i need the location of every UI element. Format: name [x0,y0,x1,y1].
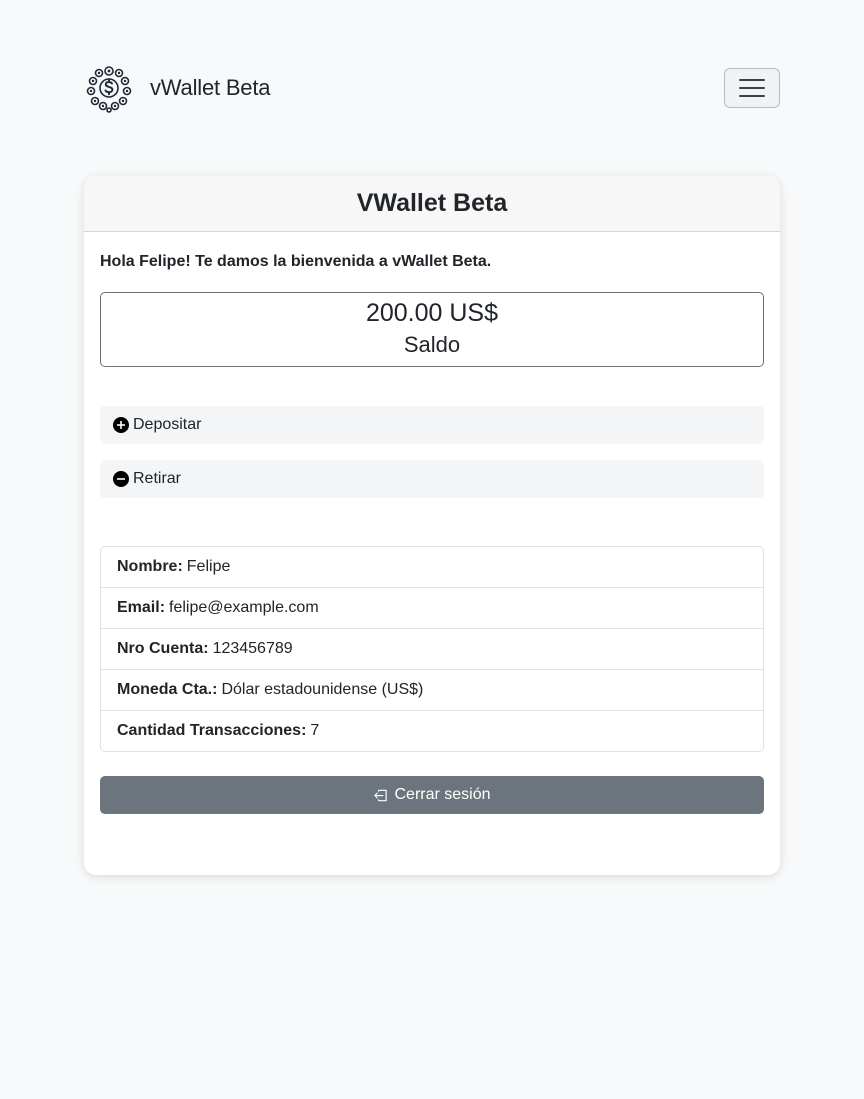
info-value: 7 [310,722,320,739]
deposit-toggle[interactable]: Depositar [100,406,764,444]
logout-button[interactable]: Cerrar sesión [100,776,764,814]
hamburger-menu-icon [739,79,765,97]
wallet-card: VWallet Beta Hola Felipe! Te damos la bi… [84,176,780,875]
brand-text: vWallet Beta [150,75,271,100]
balance-box: 200.00 US$ Saldo [100,292,764,367]
minus-circle-icon [113,471,129,487]
info-item-currency: Moneda Cta.: Dólar estadounidense (US$) [101,670,763,711]
info-key: Nombre: [117,558,183,575]
coin-cluster-logo-icon [86,66,132,113]
balance-amount: 200.00 US$ [365,299,499,327]
info-value: Felipe [186,558,231,575]
card-title: VWallet Beta [356,189,508,217]
deposit-label: Depositar [133,416,202,433]
info-item-name: Nombre: Felipe [101,547,763,588]
info-value: 123456789 [212,640,293,657]
info-value: felipe@example.com [169,599,319,616]
info-key: Cantidad Transacciones: [117,722,307,739]
logout-label: Cerrar sesión [394,786,491,803]
info-value: Dólar estadounidense (US$) [221,681,424,698]
info-item-email: Email: felipe@example.com [101,588,763,629]
info-item-transaction-count: Cantidad Transacciones: 7 [101,711,763,751]
info-key: Moneda Cta.: [117,681,218,698]
box-arrow-in-left-icon [374,789,388,801]
card-header: VWallet Beta [84,176,780,232]
withdraw-toggle[interactable]: Retirar [100,460,764,498]
navbar: vWallet Beta [84,62,780,114]
plus-circle-icon [113,417,129,433]
brand-link[interactable]: vWallet Beta [84,63,270,113]
welcome-message: Hola Felipe! Te damos la bienvenida a vW… [100,253,492,270]
info-item-account-number: Nro Cuenta: 123456789 [101,629,763,670]
balance-label: Saldo [403,332,461,357]
withdraw-label: Retirar [133,470,182,487]
info-key: Nro Cuenta: [117,640,209,657]
card-body: Hola Felipe! Te damos la bienvenida a vW… [84,252,780,814]
info-key: Email: [117,599,166,616]
account-info-list: Nombre: Felipe Email: felipe@example.com… [100,546,764,752]
navbar-toggle-button[interactable] [724,68,780,108]
